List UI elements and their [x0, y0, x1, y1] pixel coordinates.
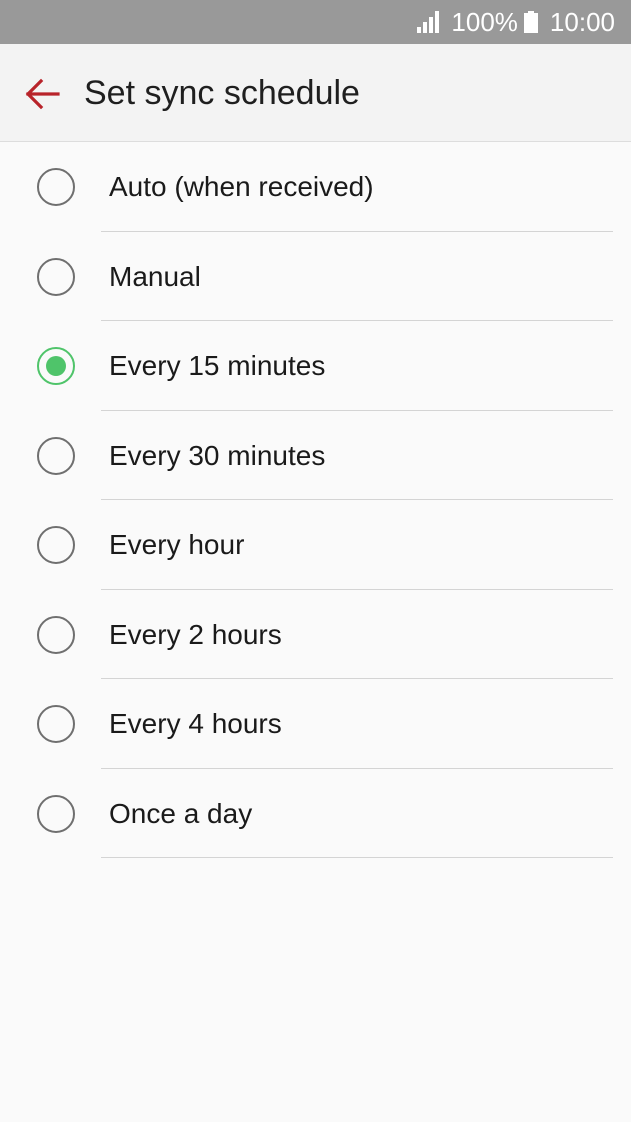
option-row[interactable]: Every 2 hours [0, 590, 631, 679]
divider [101, 857, 613, 858]
app-bar: Set sync schedule [0, 44, 631, 142]
option-label: Every 2 hours [109, 618, 282, 650]
page-title: Set sync schedule [84, 74, 360, 112]
option-row[interactable]: Every 15 minutes [0, 321, 631, 411]
option-row[interactable]: Every 30 minutes [0, 411, 631, 500]
option-label: Manual [109, 260, 201, 292]
sync-option-list: Auto (when received) Manual Every 15 minut… [0, 142, 631, 858]
option-row[interactable]: Auto (when received) [0, 142, 631, 232]
radio-button[interactable] [37, 705, 75, 743]
option-label: Auto (when received) [109, 171, 374, 202]
radio-button[interactable] [37, 168, 75, 206]
radio-button[interactable] [37, 615, 75, 654]
back-button[interactable] [20, 72, 64, 116]
radio-button[interactable] [37, 794, 75, 833]
status-time: 10:00 [549, 7, 615, 37]
radio-button-checked[interactable] [37, 347, 75, 385]
battery-icon [523, 11, 538, 33]
option-label: Every 15 minutes [109, 350, 326, 381]
radio-button[interactable] [37, 257, 75, 296]
status-bar: 100% 10:00 [0, 0, 631, 44]
radio-button[interactable] [37, 526, 75, 564]
option-row[interactable]: Manual [0, 232, 631, 321]
option-row[interactable]: Every 4 hours [0, 679, 631, 769]
option-label: Every 30 minutes [109, 439, 326, 471]
option-label: Every 4 hours [109, 708, 282, 739]
option-label: Once a day [109, 797, 253, 829]
arrow-left-icon [20, 72, 64, 116]
radio-button[interactable] [37, 436, 75, 475]
option-row[interactable]: Once a day [0, 769, 631, 858]
screen: 100% 10:00 Set sync schedule Auto (when … [0, 0, 631, 1122]
battery-percent: 100% [451, 7, 518, 37]
option-row[interactable]: Every hour [0, 500, 631, 590]
option-label: Every hour [109, 529, 245, 560]
signal-icon [417, 11, 441, 33]
